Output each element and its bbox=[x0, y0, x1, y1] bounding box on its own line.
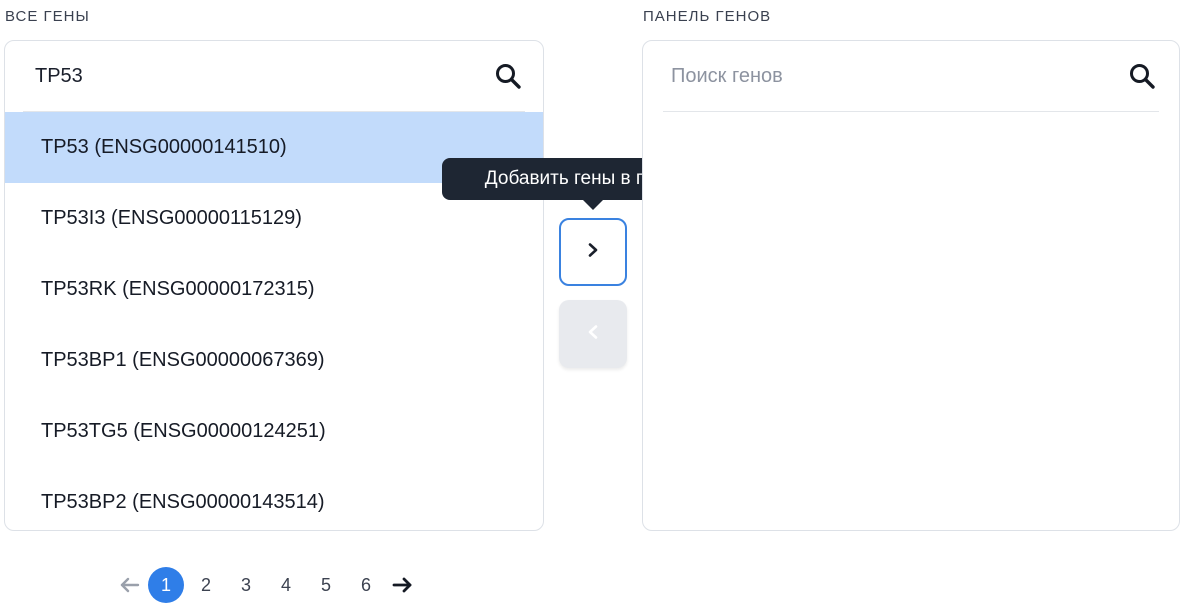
all-genes-panel: TP53 (ENSG00000141510)TP53I3 (ENSG000001… bbox=[4, 40, 544, 531]
chevron-left-icon bbox=[586, 324, 600, 345]
chevron-right-icon bbox=[586, 242, 600, 263]
page-2-button[interactable]: 2 bbox=[186, 567, 226, 603]
gene-panel bbox=[642, 40, 1180, 531]
page-numbers: 123456 bbox=[146, 567, 386, 603]
gene-list-item[interactable]: TP53TG5 (ENSG00000124251) bbox=[5, 396, 543, 467]
search-icon[interactable] bbox=[1127, 61, 1157, 91]
gene-panel-label: ПАНЕЛЬ ГЕНОВ bbox=[643, 8, 772, 25]
gene-panel-search bbox=[663, 41, 1159, 112]
all-genes-search-input[interactable] bbox=[23, 64, 493, 88]
gene-panel-search-input[interactable] bbox=[663, 64, 1127, 88]
add-to-panel-button[interactable] bbox=[559, 218, 627, 286]
search-icon[interactable] bbox=[493, 61, 523, 91]
all-genes-label: ВСЕ ГЕНЫ bbox=[5, 8, 90, 25]
gene-list-item[interactable]: TP53RK (ENSG00000172315) bbox=[5, 254, 543, 325]
tooltip-arrow bbox=[582, 199, 604, 210]
page-4-button[interactable]: 4 bbox=[266, 567, 306, 603]
arrow-right-icon[interactable] bbox=[386, 567, 418, 603]
page-5-button[interactable]: 5 bbox=[306, 567, 346, 603]
all-genes-search bbox=[23, 41, 525, 112]
pagination: 123456 bbox=[114, 567, 418, 603]
page-3-button[interactable]: 3 bbox=[226, 567, 266, 603]
gene-list-item[interactable]: TP53BP2 (ENSG00000143514) bbox=[5, 467, 543, 530]
remove-from-panel-button[interactable] bbox=[559, 300, 627, 368]
arrow-left-icon[interactable] bbox=[114, 567, 146, 603]
page-1-button[interactable]: 1 bbox=[148, 567, 184, 603]
page-6-button[interactable]: 6 bbox=[346, 567, 386, 603]
gene-list-item[interactable]: TP53BP1 (ENSG00000067369) bbox=[5, 325, 543, 396]
